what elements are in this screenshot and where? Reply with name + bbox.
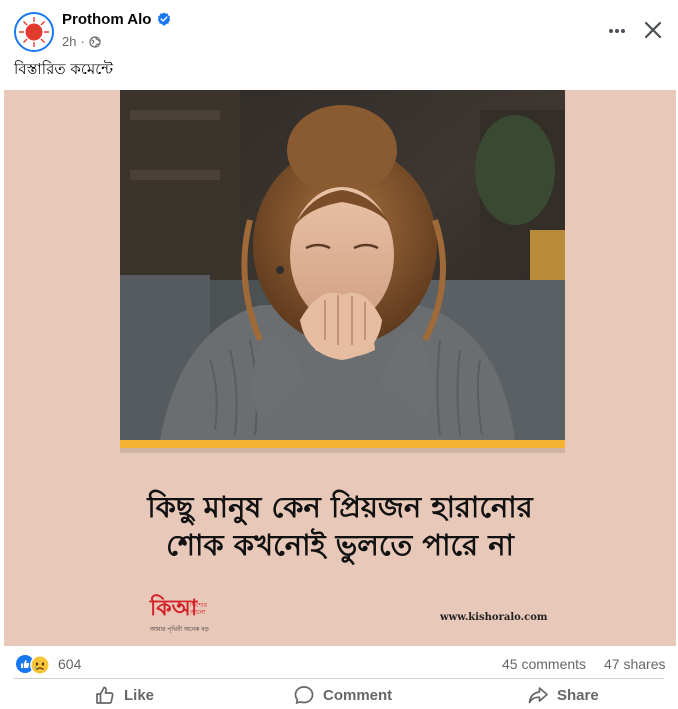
- accent-shadow: [120, 448, 565, 453]
- verified-icon: [157, 12, 171, 26]
- image-headline: কিছু মানুষ কেন প্রিয়জন হারানোর শোক কখনো…: [4, 488, 676, 564]
- comment-label: Comment: [323, 686, 393, 704]
- post-caption: বিস্তারিত কমেন্টে: [14, 60, 114, 78]
- reaction-count[interactable]: 604: [58, 656, 81, 672]
- meta-separator: ·: [80, 34, 85, 49]
- actions-divider: [14, 678, 664, 679]
- thumbs-up-icon: [96, 686, 114, 704]
- shares-count[interactable]: 47 shares: [604, 656, 665, 672]
- globe-icon: [89, 35, 101, 48]
- woman-crying-photo: [120, 90, 565, 440]
- like-label: Like: [124, 686, 155, 704]
- close-icon[interactable]: [640, 17, 666, 43]
- logo-side-text: কিশোর আলো: [190, 602, 207, 616]
- post-header: Prothom Alo 2h ·: [0, 0, 678, 60]
- post-meta: 2h ·: [62, 34, 101, 49]
- logo-tagline: আমার পৃথিবী অনেক বড়: [150, 626, 209, 633]
- comments-count[interactable]: 45 comments: [502, 656, 586, 672]
- share-button[interactable]: Share: [527, 683, 599, 707]
- more-options-icon[interactable]: [604, 18, 630, 44]
- page-name[interactable]: Prothom Alo: [62, 11, 151, 28]
- like-button[interactable]: Like: [94, 683, 154, 707]
- share-label: Share: [557, 686, 599, 704]
- reaction-stats: 604 45 comments 47 shares: [0, 648, 678, 680]
- comment-button[interactable]: Comment: [293, 683, 392, 707]
- facebook-post: Prothom Alo 2h · বিস্তারিত কমেন্টে কিছু …: [0, 0, 678, 709]
- kishoralo-logo: কিআ কিশোর আলো আমার পৃথিবী অনেক বড়: [150, 596, 230, 636]
- sad-reaction-icon[interactable]: [30, 655, 50, 675]
- headline-line-1: কিছু মানুষ কেন প্রিয়জন হারানোর: [147, 490, 533, 524]
- accent-strip: [120, 440, 565, 448]
- site-url: www.kishoralo.com: [440, 612, 548, 623]
- post-time[interactable]: 2h: [62, 34, 76, 49]
- post-image[interactable]: কিছু মানুষ কেন প্রিয়জন হারানোর শোক কখনো…: [4, 90, 676, 646]
- share-icon: [528, 687, 548, 704]
- page-avatar[interactable]: [14, 12, 54, 52]
- headline-line-2: শোক কখনোই ভুলতে পারে না: [166, 528, 514, 562]
- comment-icon: [294, 686, 314, 704]
